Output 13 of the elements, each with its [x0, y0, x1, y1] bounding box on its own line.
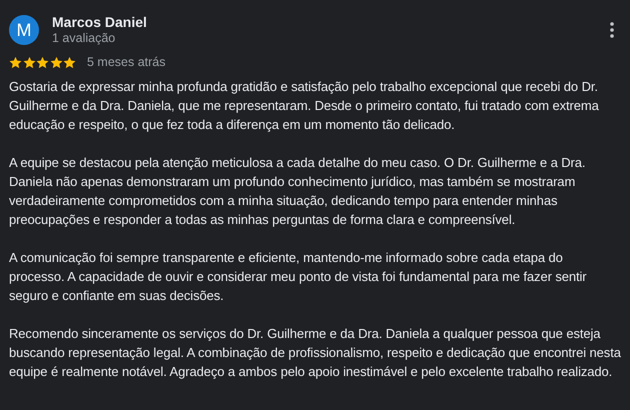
- star-icon: [22, 56, 36, 68]
- star-icon: [9, 56, 22, 68]
- author-name: Marcos Daniel: [52, 14, 147, 31]
- review-paragraph: Gostaria de expressar minha profunda gratidão e satisfação pelo trabalho excepcional que recebi do Dr. Guilherme e da Dra. Daniela, que me representaram. Desde o primeiro contato, fui tratado com extrema educação e respeito, o que fez toda a diferença em um momento tão delicado.: [9, 78, 600, 134]
- review-paragraph: A comunicação foi sempre transparente e eficiente, mantendo-me informado sobre cada etapa do processo. A capacidade de ouvir e considerar meu ponto de vista foi fundamental para me fazer sentir seguro e confiante em suas decisões.: [9, 249, 588, 305]
- review-paragraph: Recomendo sinceramente os serviços do Dr. Guilherme e da Dra. Daniela a qualquer pessoa que esteja buscando representação legal. A combinação de profissionalismo, respeito e dedicação que encontrei nesta equipe é realmente notável. Agradeço a ambos pelo apoio inestimável e pelo excelente trabalho realizado.: [9, 325, 621, 381]
- avatar: M: [9, 15, 39, 45]
- star-icon: [36, 56, 49, 68]
- star-icon: [63, 56, 76, 68]
- star-icon: [50, 56, 62, 68]
- review-date: 5 meses atrás: [87, 55, 166, 69]
- review-count: 1 avaliação: [52, 31, 116, 46]
- review-paragraph: A equipe se destacou pela atenção meticulosa a cada detalhe do meu caso. O Dr. Guilherme e a Dra. Daniela não apenas demonstraram um profundo conhecimento jurídico, mas também se mostraram verdadeiramente comprometidos com a minha situação, dedicando tempo para entender minhas preocupações e responder a todas as minhas perguntas de forma clara e compreensível.: [9, 154, 586, 229]
